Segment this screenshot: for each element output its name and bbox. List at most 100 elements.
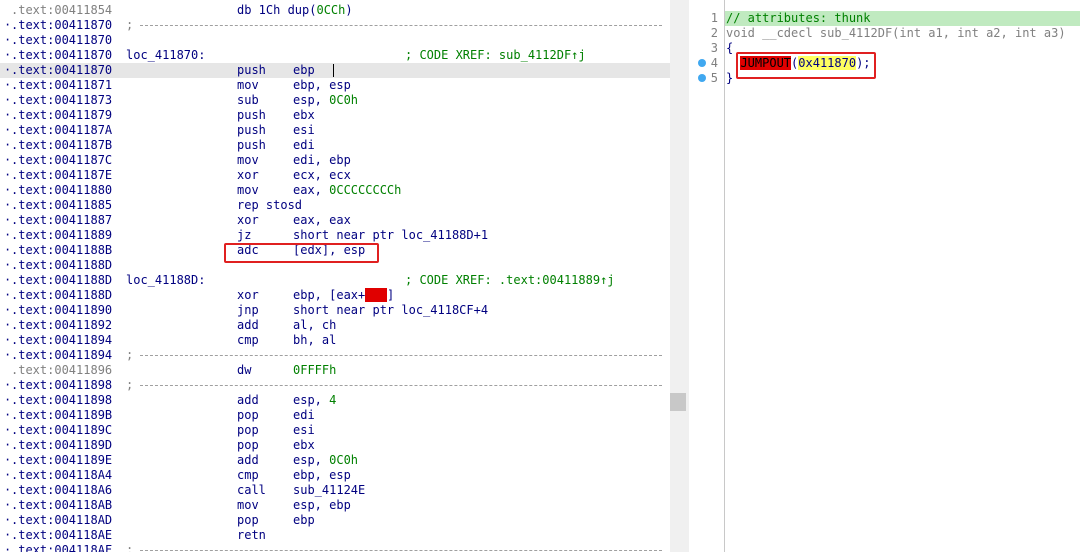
asm-row[interactable]: · .text:004118A6 call sub_41124E xyxy=(0,483,670,498)
asm-operands: esp, 0C0h xyxy=(293,93,359,107)
asm-row[interactable]: · .text:0041187A push esi xyxy=(0,123,670,138)
asm-address: .text:0041187B xyxy=(11,138,113,152)
line-number: 5 xyxy=(710,71,718,85)
asm-mnemonic: push xyxy=(237,108,266,122)
asm-call-target[interactable]: sub_41124E xyxy=(293,483,365,498)
asm-operands: ebx xyxy=(293,108,315,122)
disassembly-view[interactable]: .text:00411854 db 1Ch dup(0CCh) · .text:… xyxy=(0,0,686,552)
asm-operands: esp, ebp xyxy=(293,498,351,512)
asm-label-row[interactable]: · .text:00411870 loc_411870: ; CODE XREF… xyxy=(0,48,670,63)
asm-row[interactable]: · .text:00411887 xor eax, eax xyxy=(0,213,670,228)
asm-row[interactable]: · .text:004118AD pop ebp xyxy=(0,513,670,528)
asm-mnemonic: jnp xyxy=(237,303,259,317)
asm-label-row[interactable]: · .text:0041188D loc_41188D: ; CODE XREF… xyxy=(0,273,670,288)
asm-operands: ebp xyxy=(293,513,315,527)
asm-row[interactable]: · .text:00411880 mov eax, 0CCCCCCCCh xyxy=(0,183,670,198)
asm-address: .text:004118AF xyxy=(11,543,113,552)
pseudocode-line[interactable]: 1 // attributes: thunk xyxy=(689,11,1080,26)
asm-address: .text:0041188D xyxy=(11,273,113,287)
asm-row[interactable]: · .text:00411889 jz short near ptr loc_4… xyxy=(0,228,670,243)
asm-row[interactable]: · .text:0041187C mov edi, ebp xyxy=(0,153,670,168)
asm-separator-row[interactable]: · .text:004118AF ; xyxy=(0,543,670,552)
highlighted-offset: 30h xyxy=(365,288,387,302)
asm-mnemonic: pop xyxy=(237,513,259,527)
asm-address: .text:0041189D xyxy=(11,438,113,452)
asm-address: .text:00411898 xyxy=(11,393,113,407)
asm-operands: ebx xyxy=(293,438,315,452)
asm-mnemonic: push xyxy=(237,138,266,152)
asm-address: .text:00411894 xyxy=(11,333,113,347)
asm-row[interactable]: · .text:0041187B push edi xyxy=(0,138,670,153)
vertical-scrollbar[interactable] xyxy=(670,0,686,552)
separator-line xyxy=(140,25,662,26)
asm-data-directive: db 1Ch dup(0CCh) xyxy=(237,3,353,17)
asm-address: .text:004118AE xyxy=(11,528,113,542)
asm-address: .text:004118A6 xyxy=(11,483,113,497)
asm-operands: ebp xyxy=(293,63,315,77)
asm-row[interactable]: · .text:0041189E add esp, 0C0h xyxy=(0,453,670,468)
asm-separator-row[interactable]: · .text:00411894 ; xyxy=(0,348,670,363)
asm-row[interactable]: · .text:00411892 add al, ch xyxy=(0,318,670,333)
asm-row[interactable]: · .text:00411873 sub esp, 0C0h xyxy=(0,93,670,108)
asm-address: .text:00411870 xyxy=(11,18,113,32)
xref-comment[interactable]: ; CODE XREF: .text:00411889↑j xyxy=(405,273,615,288)
asm-row[interactable]: · .text:0041189C pop esi xyxy=(0,423,670,438)
asm-row[interactable]: · .text:004118AB mov esp, ebp xyxy=(0,498,670,513)
asm-row[interactable]: · .text:00411885 rep stosd xyxy=(0,198,670,213)
asm-address: .text:0041189E xyxy=(11,453,113,467)
separator-line xyxy=(140,550,662,551)
asm-address: .text:00411854 xyxy=(11,3,113,17)
asm-row[interactable]: · .text:0041187E xor ecx, ecx xyxy=(0,168,670,183)
asm-row[interactable]: .text:00411854 db 1Ch dup(0CCh) xyxy=(0,3,670,18)
asm-mnemonic: pop xyxy=(237,408,259,422)
asm-row[interactable]: .text:00411896 dw 0FFFFh xyxy=(0,363,670,378)
asm-operands: esp, 0C0h xyxy=(293,453,359,467)
code-text: } xyxy=(726,71,734,85)
asm-operands: esp, 4 xyxy=(293,393,337,407)
asm-row[interactable]: · .text:00411870 xyxy=(0,33,670,48)
asm-address: .text:00411870 xyxy=(11,33,113,47)
asm-row[interactable]: · .text:004118A4 cmp ebp, esp xyxy=(0,468,670,483)
asm-row[interactable]: · .text:0041189D pop ebx xyxy=(0,438,670,453)
asm-address: .text:00411873 xyxy=(11,93,113,107)
asm-mnemonic: cmp xyxy=(237,468,259,482)
asm-row[interactable]: · .text:00411890 jnp short near ptr loc_… xyxy=(0,303,670,318)
asm-row-current[interactable]: · .text:00411870 push ebp xyxy=(0,63,670,78)
code-text: { xyxy=(726,41,734,55)
asm-address: .text:0041188D xyxy=(11,288,113,302)
function-signature: void __cdecl sub_4112DF(int a1, int a2, … xyxy=(726,26,1066,40)
asm-jump-target[interactable]: short near ptr loc_4118CF+4 xyxy=(293,303,488,318)
xref-comment[interactable]: ; CODE XREF: sub_4112DF↑j xyxy=(405,48,586,63)
asm-address: .text:0041187E xyxy=(11,168,113,182)
asm-jump-target[interactable]: short near ptr loc_41188D+1 xyxy=(293,228,488,243)
asm-separator-row[interactable]: · .text:00411870 ; xyxy=(0,18,670,33)
asm-address: .text:004118AB xyxy=(11,498,113,512)
asm-row[interactable]: · .text:0041189B pop edi xyxy=(0,408,670,423)
asm-row[interactable]: · .text:0041188D xor ebp, [eax+30h] xyxy=(0,288,670,303)
disassembly-listing[interactable]: .text:00411854 db 1Ch dup(0CCh) · .text:… xyxy=(0,3,670,552)
asm-row[interactable]: · .text:00411898 add esp, 4 xyxy=(0,393,670,408)
pseudocode-view[interactable]: 1 // attributes: thunk 2 void __cdecl su… xyxy=(689,0,1080,552)
code-label[interactable]: loc_411870: xyxy=(126,48,205,63)
asm-operands: edi xyxy=(293,138,315,152)
asm-row[interactable]: · .text:00411871 mov ebp, esp xyxy=(0,78,670,93)
asm-mnemonic: push xyxy=(237,63,266,77)
asm-operands: ebp, esp xyxy=(293,468,351,482)
asm-row[interactable]: · .text:004118AE retn xyxy=(0,528,670,543)
asm-separator-row[interactable]: · .text:00411898 ; xyxy=(0,378,670,393)
separator-line xyxy=(140,385,662,386)
asm-mnemonic: pop xyxy=(237,423,259,437)
asm-mnemonic: add xyxy=(237,393,259,407)
pseudocode-line[interactable]: 2 void __cdecl sub_4112DF(int a1, int a2… xyxy=(689,26,1080,41)
separator-line xyxy=(140,355,662,356)
code-label[interactable]: loc_41188D: xyxy=(126,273,205,288)
asm-mnemonic: xor xyxy=(237,213,259,227)
asm-mnemonic: mov xyxy=(237,78,259,92)
asm-mnemonic: mov xyxy=(237,183,259,197)
asm-row[interactable]: · .text:00411879 push ebx xyxy=(0,108,670,123)
asm-row[interactable]: · .text:00411894 cmp bh, al xyxy=(0,333,670,348)
separator-comment: ; xyxy=(126,378,134,392)
asm-address: .text:00411898 xyxy=(11,378,113,392)
scrollbar-thumb[interactable] xyxy=(670,393,686,411)
asm-address: .text:00411880 xyxy=(11,183,113,197)
